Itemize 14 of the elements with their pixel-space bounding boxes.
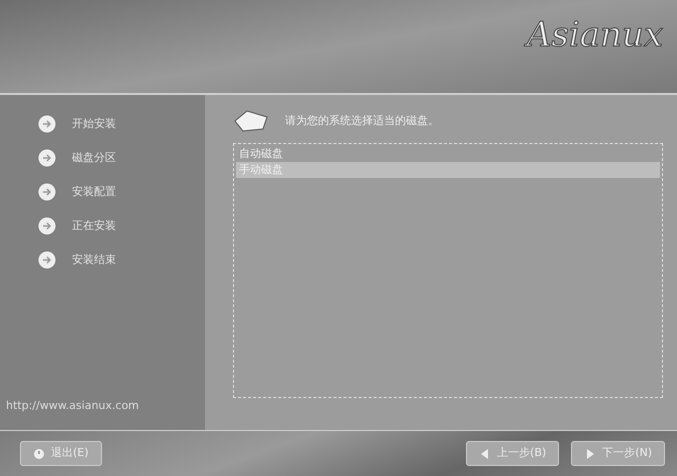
prompt-text: 请为您的系统选择适当的磁盘。 (285, 112, 439, 129)
website-link[interactable]: http://www.asianux.com (6, 398, 205, 414)
step-label: 安装配置 (72, 184, 116, 200)
exit-button[interactable]: 退出(E) (20, 441, 102, 466)
back-button[interactable]: 上一步(B) (466, 441, 560, 466)
right-arrow-icon (584, 448, 596, 460)
next-button[interactable]: 下一步(N) (571, 441, 665, 466)
step-label: 正在安装 (72, 218, 116, 234)
logo: Asianux (526, 0, 677, 61)
step-label: 开始安装 (72, 116, 116, 132)
step-label: 安装结束 (72, 252, 116, 268)
option-item[interactable]: 自动磁盘 (236, 146, 660, 162)
step-label: 磁盘分区 (72, 150, 116, 166)
power-icon (33, 448, 45, 460)
